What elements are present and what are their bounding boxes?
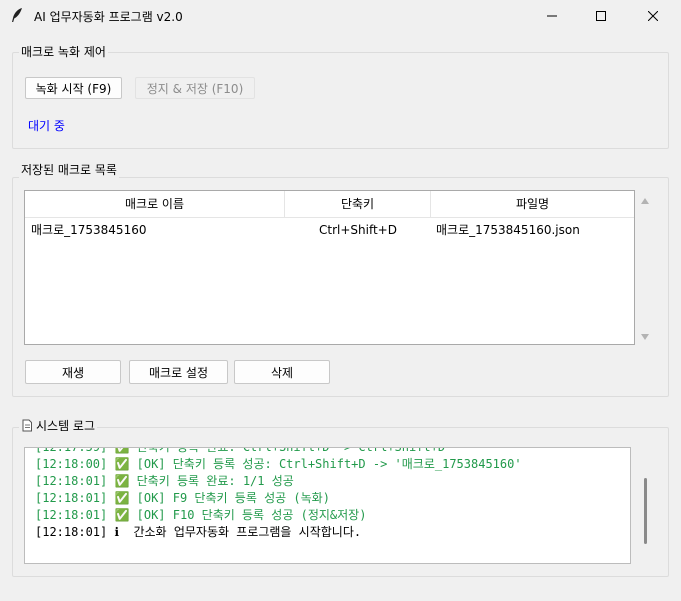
- scroll-up-icon[interactable]: [641, 198, 649, 204]
- macro-table-scrollbar[interactable]: [638, 192, 652, 344]
- log-line: [12:18:01] ✅ [OK] F9 단축키 등록 성공 (녹화): [35, 491, 330, 505]
- minimize-icon: [547, 15, 557, 17]
- recording-group: [12, 52, 669, 149]
- column-header-name[interactable]: 매크로 이름: [25, 191, 285, 217]
- cell-macro-name: 매크로_1753845160: [31, 223, 147, 237]
- cell-filename: 매크로_1753845160.json: [436, 223, 580, 237]
- log-line: [12:18:01] ✅ [OK] F10 단축키 등록 성공 (정지&저장): [35, 508, 367, 522]
- system-log-title: 시스템 로그: [19, 417, 98, 434]
- maximize-icon: [596, 11, 606, 21]
- log-line: [12:18:00] ✅ [OK] 단축키 등록 성공: Ctrl+Shift+…: [35, 457, 522, 471]
- macro-list-group-title: 저장된 매크로 목록: [19, 161, 119, 178]
- column-header-hotkey[interactable]: 단축키: [285, 191, 431, 217]
- stop-save-button[interactable]: 정지 & 저장 (F10): [135, 77, 255, 99]
- log-textbox[interactable]: [12:17:59] ✅ 단축키 등록 완료: Ctrl+Shift+D -> …: [24, 447, 631, 564]
- table-header: 매크로 이름 단축키 파일명: [25, 191, 634, 218]
- system-log-group-title: 시스템 로그: [36, 419, 96, 433]
- close-button[interactable]: [630, 0, 676, 32]
- cell-hotkey: Ctrl+Shift+D: [319, 223, 397, 237]
- log-line: [12:18:01] ℹ 간소화 업무자동화 프로그램을 시작합니다.: [35, 525, 362, 539]
- delete-button[interactable]: 삭제: [234, 360, 330, 384]
- table-row[interactable]: 매크로_1753845160 Ctrl+Shift+D 매크로_17538451…: [25, 219, 634, 241]
- close-icon: [648, 11, 658, 21]
- recording-group-title: 매크로 녹화 제어: [19, 43, 108, 60]
- log-scroll-thumb[interactable]: [644, 478, 647, 544]
- maximize-button[interactable]: [578, 0, 624, 32]
- log-line: [12:17:59] ✅ 단축키 등록 완료: Ctrl+Shift+D -> …: [35, 447, 446, 454]
- macro-settings-button[interactable]: 매크로 설정: [129, 360, 228, 384]
- play-button[interactable]: 재생: [25, 360, 121, 384]
- minimize-button[interactable]: [529, 0, 575, 32]
- scroll-down-icon[interactable]: [641, 334, 649, 340]
- document-icon: [22, 419, 32, 432]
- macro-table[interactable]: 매크로 이름 단축키 파일명 매크로_1753845160 Ctrl+Shift…: [24, 190, 635, 345]
- column-header-filename[interactable]: 파일명: [431, 191, 634, 217]
- recording-status: 대기 중: [28, 119, 65, 133]
- feather-icon: [12, 8, 22, 22]
- title-bar: AI 업무자동화 프로그램 v2.0: [0, 0, 681, 32]
- log-line: [12:18:01] ✅ 단축키 등록 완료: 1/1 성공: [35, 474, 294, 488]
- log-lines: [12:17:59] ✅ 단축키 등록 완료: Ctrl+Shift+D -> …: [35, 447, 522, 541]
- log-scrollbar[interactable]: [640, 458, 652, 558]
- window-title: AI 업무자동화 프로그램 v2.0: [34, 10, 183, 24]
- start-recording-button[interactable]: 녹화 시작 (F9): [25, 77, 122, 99]
